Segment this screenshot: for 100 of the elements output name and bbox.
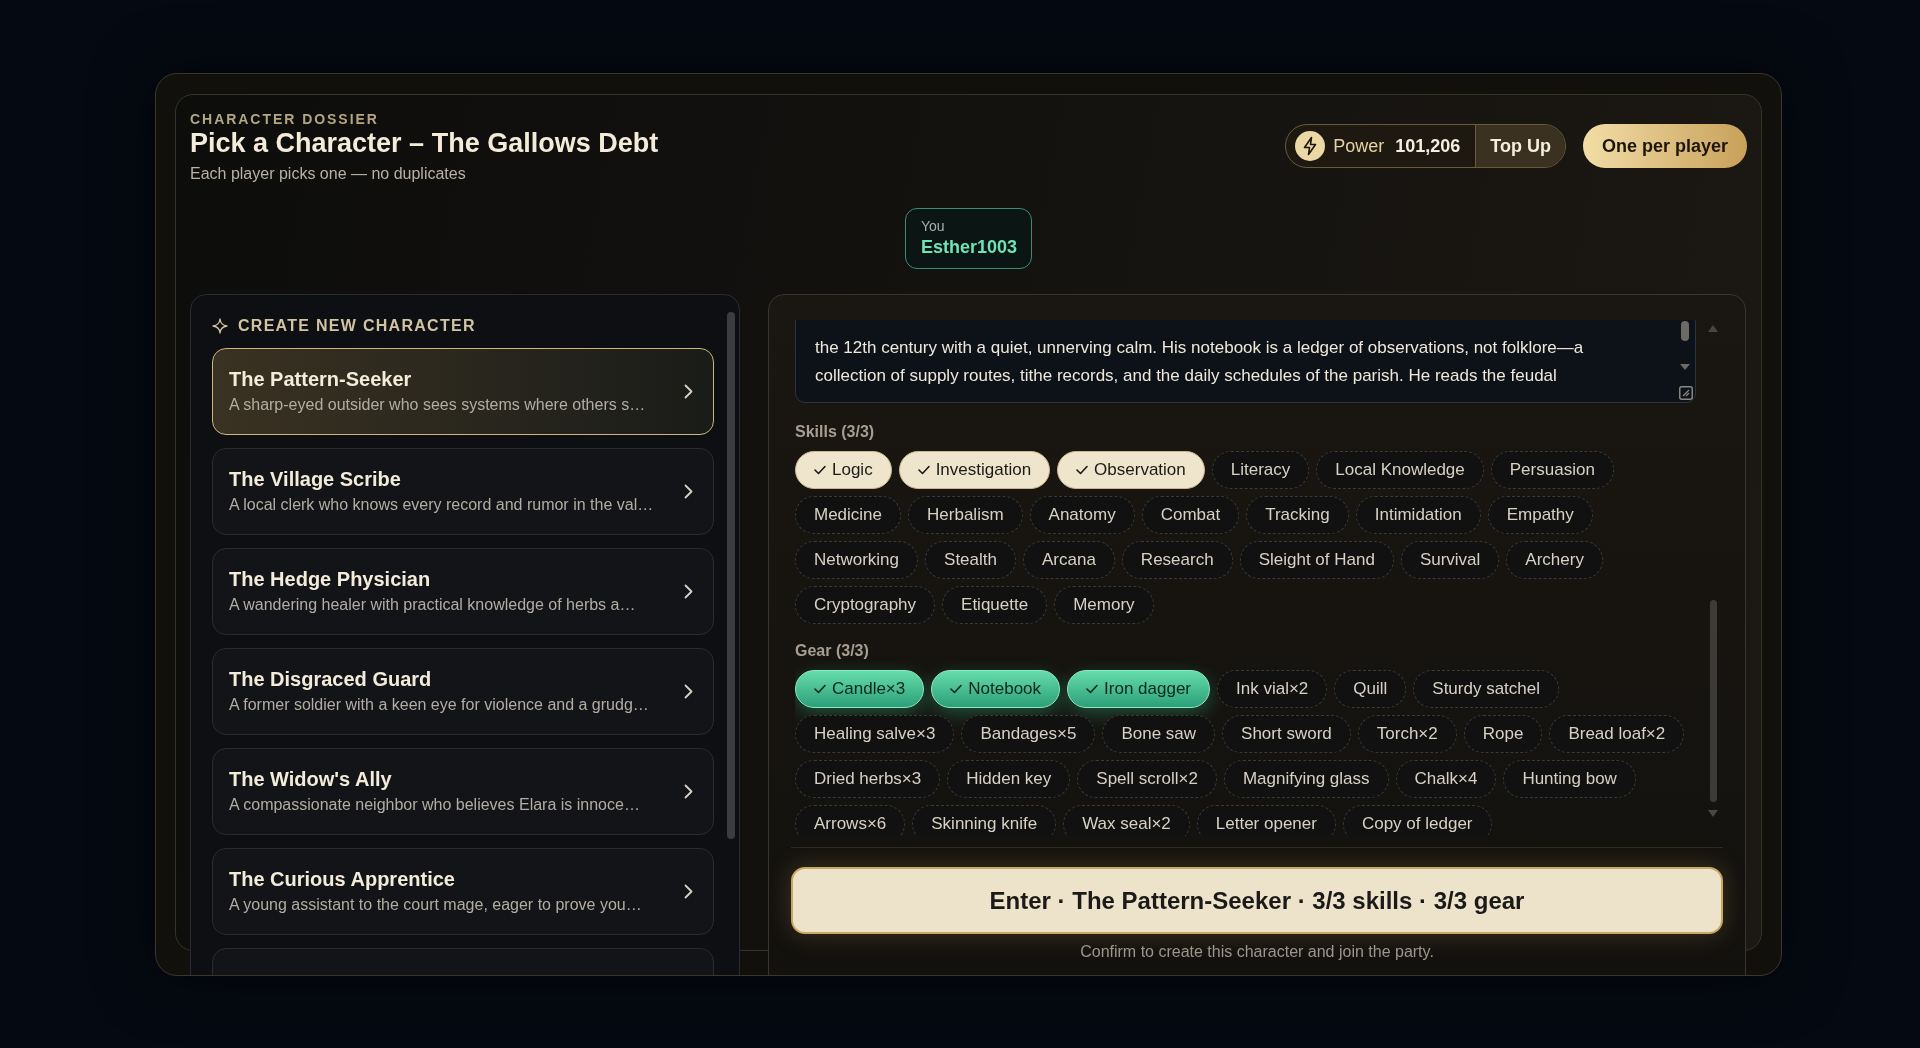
scroll-up-arrow-icon[interactable]: [1708, 325, 1718, 332]
skill-chip[interactable]: Archery: [1506, 541, 1603, 579]
skill-chip[interactable]: Literacy: [1211, 451, 1310, 489]
skill-chip[interactable]: Logic: [795, 451, 892, 489]
skill-chip[interactable]: Tracking: [1246, 496, 1349, 534]
gear-chip[interactable]: Rope: [1463, 715, 1543, 753]
rule-badge: One per player: [1582, 124, 1747, 168]
player-name: Esther1003: [921, 236, 1019, 259]
gear-chip[interactable]: Bone saw: [1102, 715, 1216, 753]
gear-chip[interactable]: Dried herbs×3: [795, 760, 941, 798]
character-card[interactable]: The Disgraced Guard A former soldier with a keen eye for violence and a grudg…: [212, 648, 714, 735]
character-name: The Pattern-Seeker: [229, 367, 413, 392]
skill-chip[interactable]: Survival: [1400, 541, 1500, 579]
gear-chip[interactable]: Arrows×6: [795, 805, 906, 836]
skill-chip[interactable]: Medicine: [795, 496, 902, 534]
gear-chip[interactable]: Torch×2: [1357, 715, 1457, 753]
character-card[interactable]: The Village Scribe A local clerk who knows every record and rumor in the val…: [212, 448, 714, 535]
character-description: A sharp-eyed outsider who sees systems where others s…: [229, 395, 647, 415]
gear-chip[interactable]: Wax seal×2: [1063, 805, 1190, 836]
character-name: The Curious Apprentice: [229, 867, 456, 892]
resize-handle-icon[interactable]: [1679, 386, 1693, 400]
gear-chip[interactable]: Hidden key: [947, 760, 1071, 798]
skill-chip[interactable]: Sleight of Hand: [1239, 541, 1394, 579]
gear-chip[interactable]: Ink vial×2: [1217, 670, 1328, 708]
character-description: A young assistant to the court mage, eager to prove you…: [229, 895, 643, 915]
chevron-right-icon: [684, 884, 693, 899]
sparkle-icon: [212, 318, 228, 334]
gear-chip[interactable]: Sturdy satchel: [1413, 670, 1560, 708]
check-icon: [814, 684, 826, 694]
skill-chip[interactable]: Stealth: [925, 541, 1016, 579]
character-card[interactable]: The Curious Apprentice A young assistant to the court mage, eager to prove you…: [212, 848, 714, 935]
chevron-right-icon: [684, 384, 693, 399]
skill-chip[interactable]: Observation: [1057, 451, 1205, 489]
gear-chip[interactable]: Magnifying glass: [1223, 760, 1389, 798]
gear-chip[interactable]: Letter opener: [1196, 805, 1336, 836]
gear-chip[interactable]: Candle×3: [795, 670, 925, 708]
chevron-right-icon: [684, 584, 693, 599]
scroll-down-arrow-icon[interactable]: [1708, 810, 1718, 817]
gear-chip[interactable]: Quill: [1334, 670, 1407, 708]
skill-chip[interactable]: Etiquette: [942, 586, 1048, 624]
gear-chip[interactable]: Skinning knife: [912, 805, 1057, 836]
chevron-right-icon: [684, 484, 693, 499]
chevron-right-icon: [684, 684, 693, 699]
check-icon: [1086, 684, 1099, 694]
gear-chip[interactable]: Bandages×5: [961, 715, 1096, 753]
gear-chip[interactable]: Hunting bow: [1503, 760, 1636, 798]
check-icon: [917, 465, 930, 475]
chevron-right-icon: [684, 784, 693, 799]
skill-chip[interactable]: Research: [1121, 541, 1233, 579]
character-name: The Disgraced Guard: [229, 667, 433, 692]
skill-chip[interactable]: Intimidation: [1355, 496, 1481, 534]
skill-chip[interactable]: Investigation: [898, 451, 1051, 489]
skill-chip[interactable]: Persuasion: [1490, 451, 1614, 489]
gear-chip[interactable]: Bread loaf×2: [1549, 715, 1685, 753]
confirm-note: Confirm to create this character and join the party.: [1079, 942, 1435, 962]
skill-chip[interactable]: Arcana: [1023, 541, 1115, 579]
skill-chip[interactable]: Herbalism: [908, 496, 1023, 534]
scrollbar-thumb[interactable]: [727, 312, 735, 839]
dialog-title: Pick a Character – The Gallows Debt: [190, 127, 659, 159]
lightning-icon: [1295, 131, 1326, 161]
section-label: Skills (3/3): [795, 422, 876, 442]
gear-chip[interactable]: Spell scroll×2: [1077, 760, 1217, 798]
gear-chip[interactable]: Healing salve×3: [795, 715, 955, 753]
gear-chip[interactable]: Copy of ledger: [1342, 805, 1492, 836]
character-description: A wandering healer with practical knowledge of herbs a…: [229, 595, 637, 615]
character-name: The Hedge Physician: [229, 567, 432, 592]
dialog-subtitle: Each player picks one — no duplicates: [190, 164, 467, 184]
gear-chip[interactable]: Short sword: [1222, 715, 1351, 753]
gear-chip[interactable]: Chalk×4: [1395, 760, 1497, 798]
skill-chip[interactable]: Local Knowledge: [1316, 451, 1484, 489]
power-value: 101,206: [1395, 134, 1461, 158]
character-name: The Widow's Ally: [229, 767, 393, 792]
scroll-down-arrow-icon[interactable]: [1680, 364, 1690, 370]
power-label: Power: [1333, 134, 1385, 158]
skill-chip[interactable]: Cryptography: [795, 586, 936, 624]
skill-chip[interactable]: Memory: [1054, 586, 1154, 624]
check-icon: [814, 465, 826, 475]
gear-chip[interactable]: Iron dagger: [1067, 670, 1210, 708]
check-icon: [1076, 465, 1089, 475]
character-card[interactable]: The Widow's Ally A compassionate neighbor who believes Elara is innoce…: [212, 748, 714, 835]
check-icon: [950, 684, 963, 694]
list-heading: CREATE NEW CHARACTER: [238, 316, 476, 336]
character-card[interactable]: The Pattern-Seeker A sharp-eyed outsider who sees systems where others s…: [212, 348, 714, 435]
top-up-button[interactable]: Top Up: [1475, 125, 1565, 167]
scrollbar-thumb[interactable]: [1681, 321, 1689, 341]
enter-button[interactable]: Enter · The Pattern-Seeker · 3/3 skills · 3/3 gear: [791, 867, 1723, 934]
character-card[interactable]: The Hedge Physician A wandering healer with practical knowledge of herbs a…: [212, 548, 714, 635]
character-description: A former soldier with a keen eye for violence and a grudg…: [229, 695, 650, 715]
skill-chip[interactable]: Networking: [795, 541, 919, 579]
skill-chip[interactable]: Anatomy: [1029, 496, 1135, 534]
dialog-eyebrow: CHARACTER DOSSIER: [190, 111, 380, 127]
gear-chip[interactable]: Notebook: [931, 670, 1061, 708]
skill-chip[interactable]: Combat: [1141, 496, 1240, 534]
section-label: Gear (3/3): [795, 641, 870, 661]
character-name: The Village Scribe: [229, 467, 402, 492]
player-label: You: [921, 217, 946, 235]
skill-chip[interactable]: Empathy: [1487, 496, 1593, 534]
character-description: A compassionate neighbor who believes Elara is innoce…: [229, 795, 641, 815]
description-field[interactable]: the 12th century with a quiet, unnerving calm. His notebook is a ledger of observations, not folklore—a collection of supply routes, tithe records, and the daily schedules of the parish. He reads the feudal: [795, 320, 1696, 403]
scrollbar-thumb[interactable]: [1709, 600, 1717, 802]
